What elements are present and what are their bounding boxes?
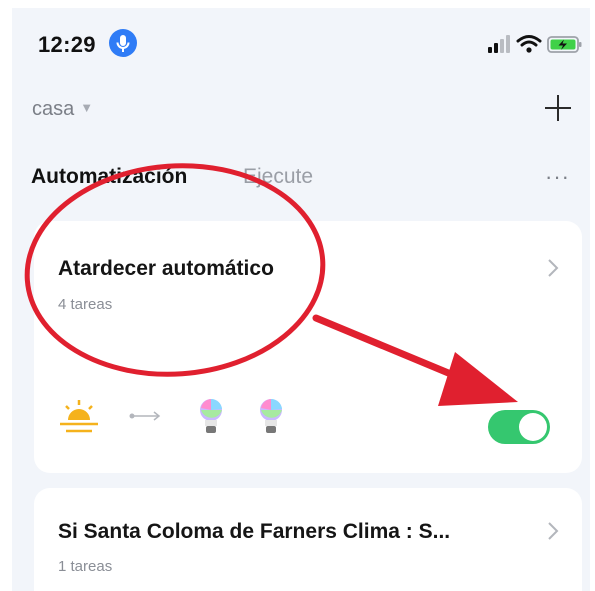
home-name: casa bbox=[32, 98, 75, 120]
plus-icon bbox=[545, 95, 571, 121]
automation-task-count: 4 tareas bbox=[58, 296, 113, 313]
battery-charging-icon bbox=[547, 36, 582, 53]
tab-automatizacion[interactable]: Automatización bbox=[31, 165, 187, 189]
tab-ejecute[interactable]: Ejecute bbox=[243, 165, 313, 189]
status-indicators bbox=[480, 33, 590, 55]
home-selector[interactable]: casa ▼ bbox=[32, 98, 93, 121]
automation-card[interactable]: Si Santa Coloma de Farners Clima : S... … bbox=[34, 488, 582, 591]
cellular-signal-icon bbox=[488, 35, 510, 53]
more-options-button[interactable]: ··· bbox=[545, 164, 570, 190]
automation-card[interactable]: Atardecer automático 4 tareas bbox=[34, 221, 582, 473]
toggle-knob bbox=[519, 413, 547, 441]
light-bulb-icon bbox=[200, 398, 222, 433]
chevron-right-icon bbox=[548, 259, 559, 277]
sunset-icon bbox=[60, 400, 98, 433]
automation-steps bbox=[60, 398, 282, 433]
chevron-right-icon bbox=[548, 522, 559, 540]
wifi-icon bbox=[516, 35, 542, 53]
arrow-right-icon bbox=[129, 411, 161, 421]
light-bulb-icon bbox=[260, 398, 282, 433]
status-time: 12:29 bbox=[38, 32, 96, 57]
app-screen: 12:29 casa ▼ Automatización Ejecute ··· … bbox=[12, 8, 590, 591]
microphone-icon[interactable] bbox=[109, 29, 137, 57]
automation-task-count: 1 tareas bbox=[58, 558, 113, 575]
add-button[interactable] bbox=[542, 92, 574, 124]
automation-title: Si Santa Coloma de Farners Clima : S... bbox=[58, 520, 451, 543]
automation-enabled-toggle[interactable] bbox=[488, 410, 550, 444]
automation-title: Atardecer automático bbox=[58, 257, 274, 280]
caret-down-icon: ▼ bbox=[80, 100, 94, 115]
